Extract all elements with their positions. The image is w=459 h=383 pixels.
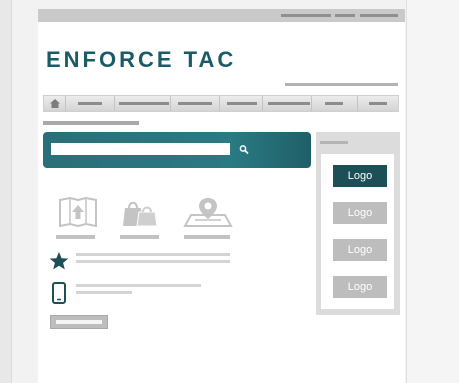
feature-label — [120, 235, 159, 239]
utility-link[interactable] — [360, 14, 398, 17]
sponsor-list: Logo Logo Logo Logo — [321, 154, 394, 309]
sponsor-panel: Logo Logo Logo Logo — [316, 132, 400, 315]
nav-item-label — [77, 102, 102, 105]
nav-item[interactable] — [262, 96, 313, 111]
sponsor-logo-button[interactable]: Logo — [333, 202, 387, 224]
action-button-label — [56, 320, 102, 324]
nav-item[interactable] — [219, 96, 263, 111]
nav-item[interactable] — [312, 96, 359, 111]
nav-item-label — [226, 102, 257, 105]
right-gutter — [406, 0, 459, 383]
search-input[interactable] — [51, 143, 230, 155]
left-gutter — [0, 0, 12, 383]
map-pin-icon[interactable] — [183, 197, 233, 227]
top-utility-bar — [38, 9, 405, 22]
sponsor-logo-button[interactable]: Logo — [333, 239, 387, 261]
home-icon — [50, 99, 60, 108]
nav-item[interactable] — [114, 96, 172, 111]
star-icon — [49, 252, 69, 270]
shopping-bags-icon[interactable] — [121, 197, 159, 227]
brand-logo[interactable]: ENFORCE TAC — [46, 47, 236, 73]
info-text-line — [76, 284, 201, 287]
info-text-line — [76, 253, 230, 256]
main-nav — [43, 95, 399, 112]
header-tagline — [285, 83, 398, 86]
breadcrumb — [43, 121, 139, 125]
nav-home[interactable] — [44, 96, 66, 111]
feature-label — [56, 235, 95, 239]
map-upload-icon[interactable] — [58, 197, 98, 227]
search-icon[interactable] — [236, 143, 254, 156]
nav-item-label — [267, 102, 310, 105]
utility-link[interactable] — [335, 14, 355, 17]
nav-item-label — [325, 102, 344, 105]
mobile-phone-icon — [52, 282, 66, 304]
page-wireframe: ENFORCE TAC Logo Logo Logo Logo — [38, 9, 405, 383]
nav-item-label — [118, 102, 169, 105]
nav-item[interactable] — [358, 96, 398, 111]
action-button[interactable] — [50, 315, 108, 329]
sponsor-logo-button[interactable]: Logo — [333, 165, 387, 187]
utility-link[interactable] — [281, 14, 331, 17]
info-text-line — [76, 260, 230, 263]
feature-label — [184, 235, 230, 239]
nav-item-label — [369, 102, 388, 105]
search-banner — [43, 132, 311, 168]
sponsor-panel-title — [320, 141, 348, 144]
info-text-line — [76, 291, 132, 294]
nav-item[interactable] — [171, 96, 220, 111]
nav-item[interactable] — [65, 96, 115, 111]
nav-item-label — [178, 102, 213, 105]
sponsor-logo-button[interactable]: Logo — [333, 276, 387, 298]
